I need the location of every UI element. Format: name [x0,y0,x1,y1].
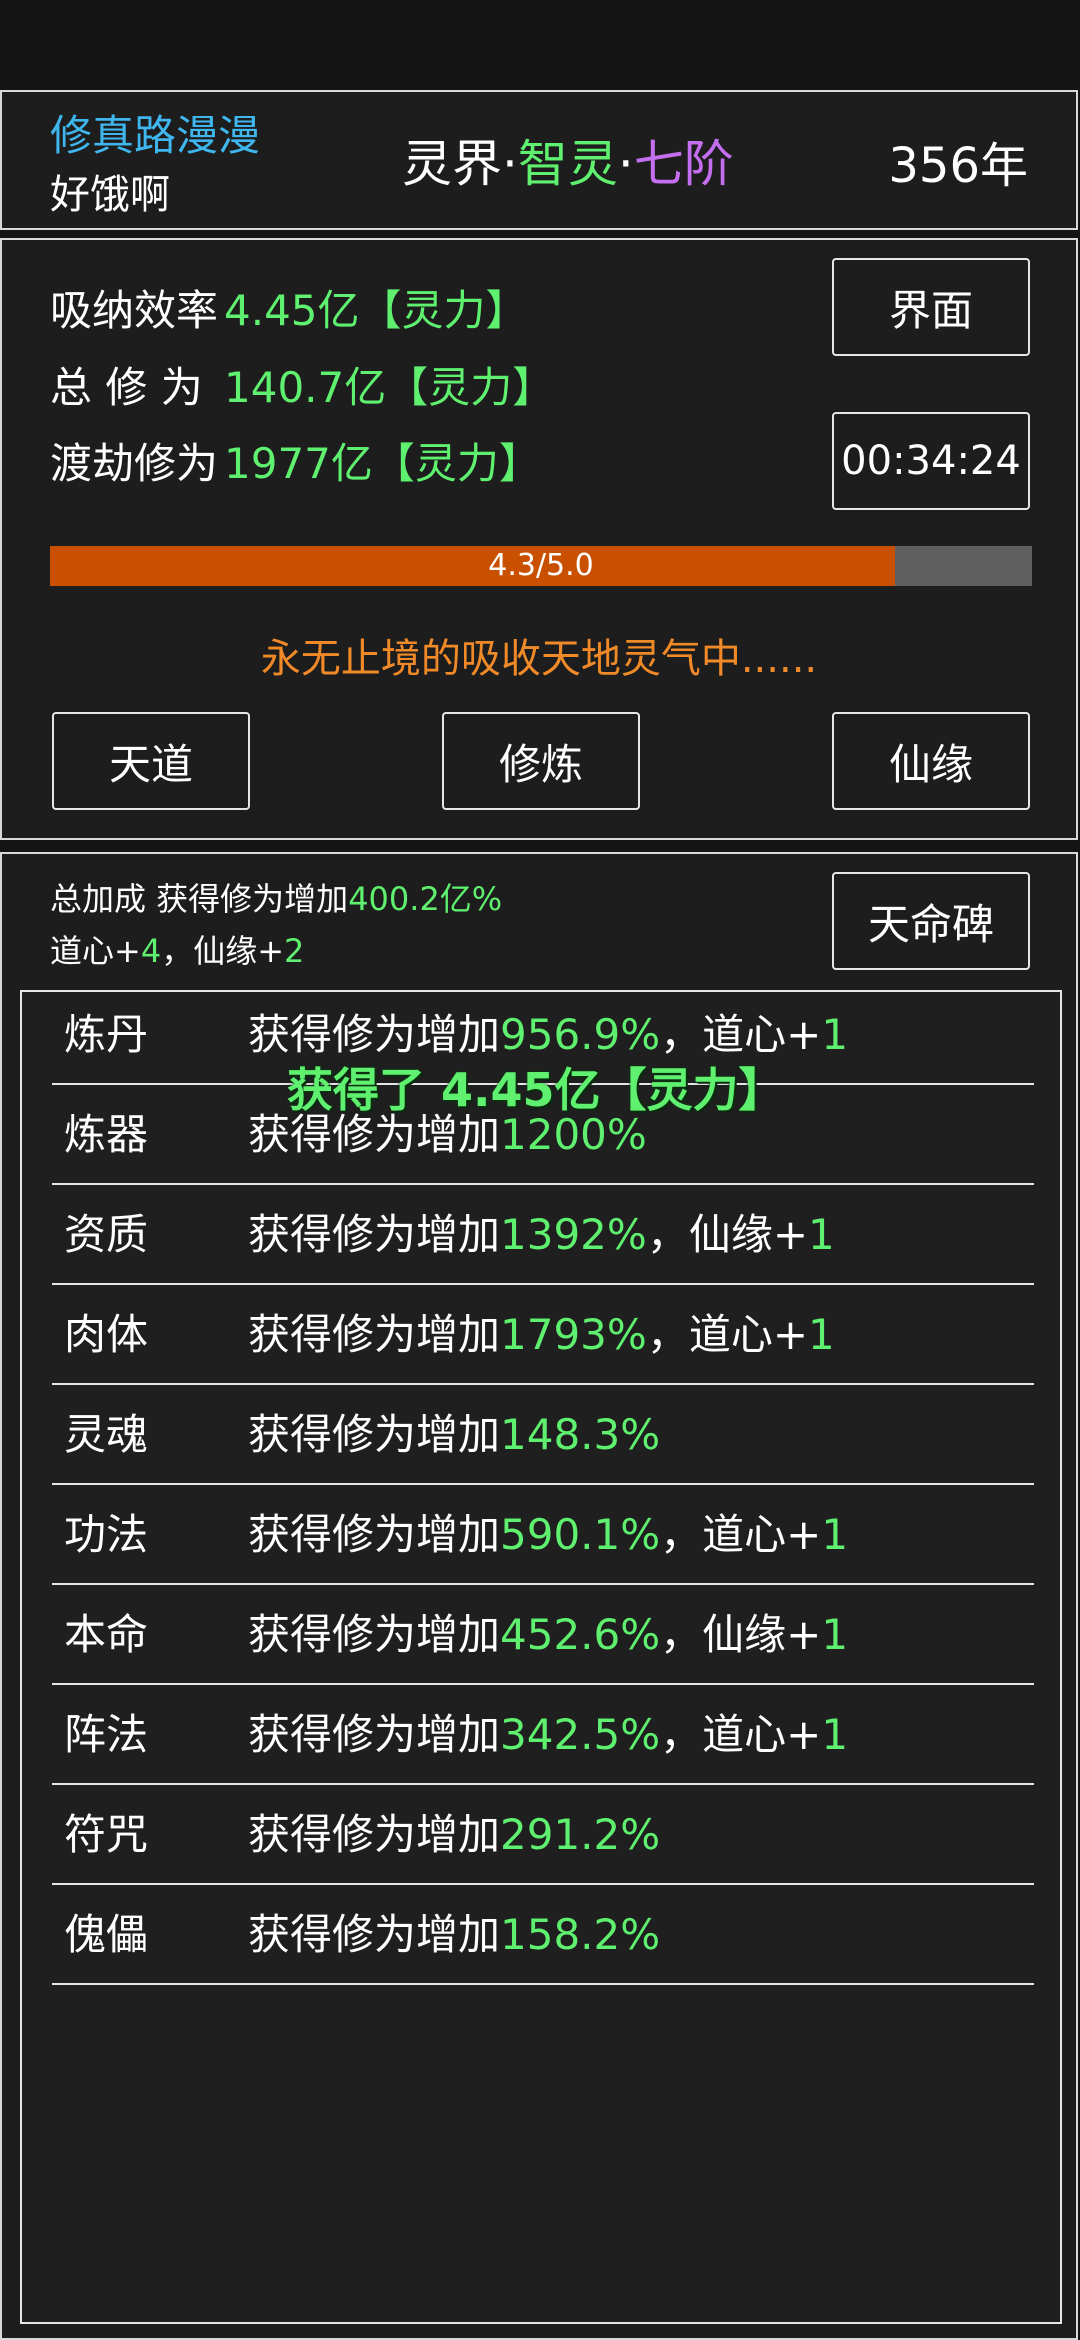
game-title: 修真路漫漫 [50,111,261,160]
skill-extra-value: 1 [821,1510,849,1559]
skill-bonus: 获得修为增加158.2% [248,1886,660,1984]
skill-name: 资质 [64,1210,149,1259]
skill-bonus-label: 获得修为增加 [248,1010,501,1059]
cultivate-button[interactable]: 修炼 [442,712,640,810]
daoxin-label: 道心+ [50,932,141,970]
skill-bonus-label: 获得修为增加 [248,1910,501,1959]
skill-name: 灵魂 [64,1410,149,1459]
skill-bonus-label: 获得修为增加 [248,1310,501,1359]
status-message: 永无止境的吸收天地灵气中...... [260,636,818,682]
skill-extra-value: 1 [821,1010,849,1059]
total-cultivation-value: 140.7亿【灵力】 [224,363,555,412]
skill-bonus-label: 获得修为增加 [248,1510,501,1559]
skill-row[interactable]: 肉体 获得修为增加1793%，道心+1 [52,1286,1034,1385]
skill-row[interactable]: 资质 获得修为增加1392%，仙缘+1 [52,1186,1034,1285]
timer-display: 00:34:24 [832,412,1030,510]
skill-name: 炼器 [64,1110,149,1159]
realm-separator: · [617,135,634,193]
skill-name: 本命 [64,1610,149,1659]
total-bonus-label: 总加成 获得修为增加 [50,880,349,918]
skill-extra-value: 1 [808,1210,835,1259]
years-counter: 356年 [888,138,1028,194]
skill-bonus-value: 148.3% [500,1410,661,1459]
skill-bonus: 获得修为增加590.1%，道心+1 [248,1486,848,1584]
skill-bonus-label: 获得修为增加 [248,1410,501,1459]
skill-extra-label: ，仙缘+ [660,1610,822,1659]
stats-panel: 吸纳效率 4.45亿【灵力】 总 修 为 140.7亿【灵力】 渡劫修为 197… [0,238,1078,840]
skill-bonus-value: 342.5% [500,1710,661,1759]
daoxin-value: 4 [140,932,162,970]
skill-extra-label: ，道心+ [660,1710,822,1759]
skill-row[interactable]: 灵魂 获得修为增加148.3% [52,1386,1034,1485]
skill-extra-value: 1 [821,1610,849,1659]
progress-text: 4.3/5.0 [488,548,594,583]
skill-bonus-label: 获得修为增加 [248,1610,501,1659]
skill-row[interactable]: 符咒 获得修为增加291.2% [52,1786,1034,1885]
skill-name: 功法 [64,1510,149,1559]
gain-float-text: 获得了 4.45亿【灵力】 [287,1063,785,1117]
absorb-label: 吸纳效率 [50,286,219,335]
skill-extra-value: 1 [821,1710,849,1759]
skill-bonus: 获得修为增加452.6%，仙缘+1 [248,1586,848,1684]
skill-row[interactable]: 功法 获得修为增加590.1%，道心+1 [52,1486,1034,1585]
skill-bonus-value: 158.2% [500,1910,661,1959]
skill-name: 肉体 [64,1310,149,1359]
absorb-value: 4.45亿【灵力】 [224,286,528,335]
skill-name: 符咒 [64,1810,149,1859]
fate-stele-button[interactable]: 天命碑 [832,872,1030,970]
skill-extra-label: ，道心+ [660,1510,822,1559]
skill-bonus-value: 590.1% [500,1510,661,1559]
skill-name: 炼丹 [64,1010,149,1059]
realm-stage: 智灵 [517,135,618,193]
skill-extra-label: ，道心+ [660,1010,822,1059]
total-bonus-value: 400.2亿% [348,880,503,918]
tiandao-button[interactable]: 天道 [52,712,250,810]
skill-bonus-value: 1793% [500,1310,647,1359]
skill-bonus: 获得修为增加148.3% [248,1386,660,1484]
skill-name: 傀儡 [64,1910,149,1959]
xianyuan-label: 仙缘+ [193,932,285,970]
skill-bonus-label: 获得修为增加 [248,1810,501,1859]
skill-bonus-value: 956.9% [500,1010,661,1059]
skill-bonus: 获得修为增加291.2% [248,1786,660,1884]
skill-bonus-value: 452.6% [500,1610,661,1659]
realm-label: 灵界·智灵·七阶 [402,124,734,196]
header-panel: 修真路漫漫 好饿啊 灵界·智灵·七阶 356年 [0,90,1078,230]
bonus-panel: 总加成 获得修为增加400.2亿% 道心+4，仙缘+2 天命碑 炼丹 获得修为增加… [0,852,1078,2340]
skill-bonus-value: 1392% [500,1210,647,1259]
skill-bonus-value: 291.2% [500,1810,661,1859]
skill-list: 炼丹 获得修为增加956.9%，道心+1 炼器 获得修为增加1200% 资质 获得修为增加… [20,990,1062,2324]
tribulation-value: 1977亿【灵力】 [224,439,541,488]
skill-bonus: 获得修为增加1793%，道心+1 [248,1286,835,1384]
skill-extra-label: ，道心+ [646,1310,809,1359]
realm-level: 七阶 [633,135,734,193]
xianyuan-value: 2 [284,932,305,970]
interface-button[interactable]: 界面 [832,258,1030,356]
skill-bonus: 获得修为增加342.5%，道心+1 [248,1686,848,1784]
skill-bonus: 获得修为增加1392%，仙缘+1 [248,1186,835,1284]
skill-extra-value: 1 [808,1310,835,1359]
total-bonus-line: 总加成 获得修为增加400.2亿% [50,874,502,920]
attribute-bonus-line: 道心+4，仙缘+2 [50,926,304,972]
skill-row[interactable]: 阵法 获得修为增加342.5%，道心+1 [52,1686,1034,1785]
skill-row[interactable]: 本命 获得修为增加452.6%，仙缘+1 [52,1586,1034,1685]
xianyuan-button[interactable]: 仙缘 [832,712,1030,810]
total-cultivation-label: 总 修 为 [50,363,203,412]
skill-extra-label: ，仙缘+ [646,1210,809,1259]
realm-separator: · [502,135,518,193]
separator: ， [161,932,194,970]
progress-bar: 4.3/5.0 [50,546,1032,586]
skill-row[interactable]: 傀儡 获得修为增加158.2% [52,1886,1034,1985]
tribulation-label: 渡劫修为 [50,439,219,488]
realm-prefix: 灵界 [402,135,502,193]
skill-bonus-label: 获得修为增加 [248,1710,501,1759]
player-name: 好饿啊 [50,172,170,218]
skill-name: 阵法 [64,1710,149,1759]
skill-bonus-label: 获得修为增加 [248,1210,501,1259]
